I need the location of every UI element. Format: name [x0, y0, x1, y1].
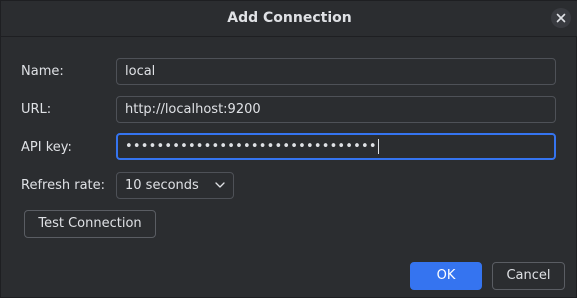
dialog-title: Add Connection: [227, 10, 352, 26]
url-field[interactable]: [116, 96, 556, 123]
close-icon: [556, 13, 566, 23]
ok-button[interactable]: OK: [410, 262, 482, 290]
api-key-field[interactable]: ••••••••••••••••••••••••••••••••: [116, 133, 556, 160]
refresh-rate-label: Refresh rate:: [21, 178, 106, 193]
name-label: Name:: [21, 64, 64, 79]
url-label: URL:: [21, 102, 52, 117]
cancel-button[interactable]: Cancel: [492, 262, 565, 290]
add-connection-dialog: Add Connection Name: URL: API key: •••••…: [0, 0, 577, 298]
api-key-masked-value: ••••••••••••••••••••••••••••••••: [125, 139, 377, 154]
refresh-rate-value: 10 seconds: [125, 178, 199, 193]
refresh-rate-select[interactable]: 10 seconds: [116, 172, 234, 199]
name-field[interactable]: [116, 58, 556, 85]
test-connection-button[interactable]: Test Connection: [24, 210, 156, 238]
text-caret: [377, 139, 379, 154]
dialog-titlebar: Add Connection: [1, 1, 577, 37]
close-button[interactable]: [551, 8, 571, 28]
api-key-label: API key:: [21, 140, 72, 155]
chevron-down-icon: [215, 182, 225, 188]
